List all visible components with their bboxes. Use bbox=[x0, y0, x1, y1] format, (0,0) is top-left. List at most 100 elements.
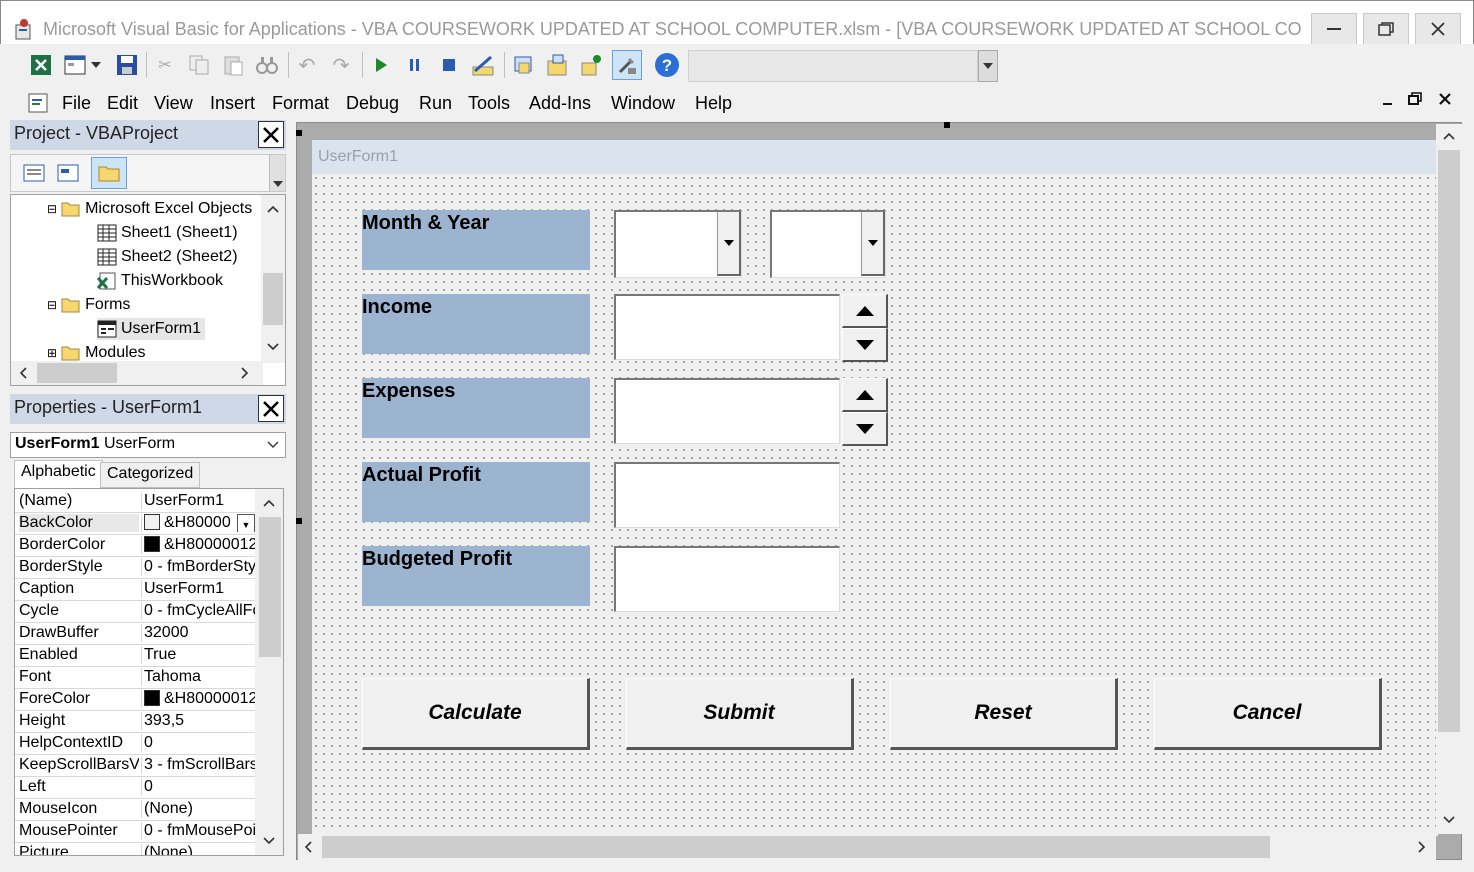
project-panel-close-button[interactable] bbox=[258, 121, 284, 148]
reset-icon[interactable] bbox=[436, 52, 462, 78]
project-tree-vertical-scrollbar[interactable] bbox=[261, 195, 285, 363]
properties-vertical-scrollbar[interactable] bbox=[255, 489, 283, 855]
insert-userform-icon[interactable] bbox=[62, 52, 88, 78]
designer-vertical-scrollbar[interactable] bbox=[1436, 124, 1462, 834]
redo-icon[interactable]: ↷ bbox=[328, 52, 354, 78]
property-row[interactable]: ForeColor &H80000012 bbox=[15, 689, 255, 711]
view-code-button[interactable] bbox=[21, 160, 47, 186]
property-row[interactable]: BorderColor &H80000012 bbox=[15, 535, 255, 557]
property-row[interactable]: Cycle 0 - fmCycleAllFo bbox=[15, 601, 255, 623]
property-row[interactable]: MousePointer 0 - fmMousePoi bbox=[15, 821, 255, 843]
project-tree-horizontal-scrollbar[interactable] bbox=[11, 361, 263, 385]
budgeted-profit-textbox[interactable] bbox=[614, 546, 840, 612]
cut-icon[interactable]: ✂ bbox=[152, 52, 178, 78]
expenses-spin-down[interactable] bbox=[842, 412, 888, 446]
run-icon[interactable] bbox=[368, 52, 394, 78]
property-row[interactable]: (Name) UserForm1 bbox=[15, 491, 255, 513]
toolbox-icon[interactable] bbox=[612, 50, 642, 80]
design-mode-icon[interactable] bbox=[470, 52, 496, 78]
chevron-down-icon[interactable] bbox=[88, 52, 104, 78]
property-row[interactable]: BorderStyle 0 - fmBorderSty bbox=[15, 557, 255, 579]
menu-insert[interactable]: Insert bbox=[210, 93, 255, 114]
income-spinbutton[interactable] bbox=[842, 294, 888, 362]
income-spin-down[interactable] bbox=[842, 328, 888, 362]
label-month-year[interactable]: Month & Year bbox=[362, 210, 590, 270]
designer-horizontal-scrollbar[interactable] bbox=[298, 834, 1436, 860]
code-window-icon[interactable] bbox=[26, 90, 52, 116]
restore-button[interactable] bbox=[1363, 13, 1409, 45]
month-dropdown-button[interactable] bbox=[717, 212, 741, 276]
reset-button[interactable]: Reset bbox=[890, 678, 1118, 750]
tab-alphabetic[interactable]: Alphabetic bbox=[14, 460, 103, 488]
submit-button[interactable]: Submit bbox=[626, 678, 854, 750]
menu-run[interactable]: Run bbox=[419, 93, 452, 114]
scroll-thumb[interactable] bbox=[1438, 150, 1460, 732]
resize-handle[interactable] bbox=[944, 122, 950, 128]
income-spin-up[interactable] bbox=[842, 294, 888, 328]
project-explorer-icon[interactable] bbox=[510, 52, 536, 78]
mdi-minimize-button[interactable] bbox=[1382, 92, 1394, 111]
label-budgeted-profit[interactable]: Budgeted Profit bbox=[362, 546, 590, 606]
menu-format[interactable]: Format bbox=[272, 93, 329, 114]
tab-categorized[interactable]: Categorized bbox=[100, 462, 201, 488]
month-combobox[interactable] bbox=[614, 210, 742, 278]
property-row[interactable]: Caption UserForm1 bbox=[15, 579, 255, 601]
menu-window[interactable]: Window bbox=[611, 93, 675, 114]
scroll-thumb[interactable] bbox=[322, 836, 1270, 858]
property-row[interactable]: Left 0 bbox=[15, 777, 255, 799]
resize-handle[interactable] bbox=[296, 518, 302, 524]
paste-icon[interactable] bbox=[220, 52, 246, 78]
menu-help[interactable]: Help bbox=[695, 93, 732, 114]
scroll-thumb[interactable] bbox=[259, 517, 281, 657]
find-icon[interactable] bbox=[254, 52, 280, 78]
view-excel-icon[interactable] bbox=[28, 52, 54, 78]
tree-item-forms[interactable]: ⊟ Forms bbox=[47, 294, 130, 316]
menu-debug[interactable]: Debug bbox=[346, 93, 399, 114]
expenses-textbox[interactable] bbox=[614, 378, 840, 444]
tree-item-sheet2[interactable]: Sheet2 (Sheet2) bbox=[97, 246, 238, 268]
expenses-spinbutton[interactable] bbox=[842, 378, 888, 446]
income-textbox[interactable] bbox=[614, 294, 840, 360]
undo-icon[interactable]: ↶ bbox=[294, 52, 320, 78]
chevron-down-icon[interactable]: ▼ bbox=[237, 514, 255, 532]
scroll-thumb[interactable] bbox=[263, 273, 283, 325]
minimize-button[interactable] bbox=[1311, 13, 1357, 45]
menu-view[interactable]: View bbox=[154, 93, 193, 114]
property-row[interactable]: HelpContextID 0 bbox=[15, 733, 255, 755]
resize-handle[interactable] bbox=[296, 130, 302, 136]
property-row[interactable]: DrawBuffer 32000 bbox=[15, 623, 255, 645]
menu-add-ins[interactable]: Add-Ins bbox=[529, 93, 591, 114]
project-toolbar-overflow[interactable] bbox=[269, 155, 285, 191]
properties-panel-close-button[interactable] bbox=[258, 395, 284, 422]
property-row[interactable]: Enabled True bbox=[15, 645, 255, 667]
actual-profit-textbox[interactable] bbox=[614, 462, 840, 528]
pause-icon[interactable] bbox=[402, 52, 428, 78]
mdi-restore-button[interactable] bbox=[1408, 92, 1422, 111]
tree-item-excel-objects[interactable]: ⊟ Microsoft Excel Objects bbox=[47, 198, 252, 220]
property-row[interactable]: MouseIcon (None) bbox=[15, 799, 255, 821]
property-row[interactable]: KeepScrollBarsVis 3 - fmScrollBars bbox=[15, 755, 255, 777]
tree-item-userform1[interactable]: UserForm1 bbox=[97, 318, 206, 340]
scroll-thumb[interactable] bbox=[37, 363, 117, 383]
property-row[interactable]: Picture (None) bbox=[15, 843, 255, 855]
property-row[interactable]: BackColor &H80000 ▼ bbox=[15, 513, 255, 535]
object-browser-icon[interactable] bbox=[578, 52, 604, 78]
calculate-button[interactable]: Calculate bbox=[362, 678, 590, 750]
save-icon[interactable] bbox=[114, 52, 140, 78]
help-icon[interactable]: ? bbox=[654, 52, 680, 78]
close-window-button[interactable] bbox=[1415, 13, 1461, 45]
property-row[interactable]: Font Tahoma bbox=[15, 667, 255, 689]
menu-edit[interactable]: Edit bbox=[107, 93, 138, 114]
view-object-button[interactable] bbox=[55, 160, 81, 186]
year-combobox[interactable] bbox=[770, 210, 886, 278]
expenses-spin-up[interactable] bbox=[842, 378, 888, 412]
label-actual-profit[interactable]: Actual Profit bbox=[362, 462, 590, 522]
tree-item-sheet1[interactable]: Sheet1 (Sheet1) bbox=[97, 222, 238, 244]
menu-tools[interactable]: Tools bbox=[468, 93, 510, 114]
toggle-folders-button[interactable] bbox=[91, 157, 127, 189]
copy-icon[interactable] bbox=[186, 52, 212, 78]
toolbar-options-button[interactable] bbox=[978, 50, 998, 82]
cancel-button[interactable]: Cancel bbox=[1154, 678, 1382, 750]
properties-window-icon[interactable] bbox=[544, 52, 570, 78]
menu-file[interactable]: File bbox=[62, 93, 91, 114]
